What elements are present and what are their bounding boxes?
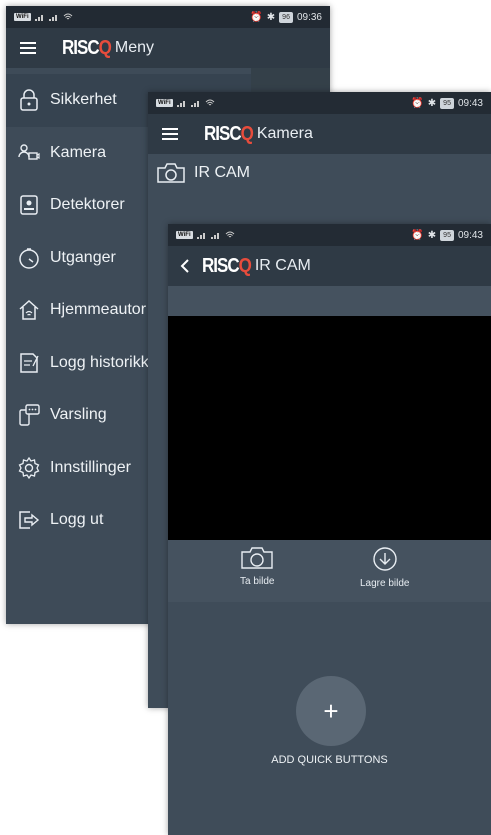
app-bar: RISCQ Kamera <box>148 114 491 154</box>
menu-item-label: Innstillinger <box>50 458 131 476</box>
clock-text: 09:43 <box>457 97 483 109</box>
status-bar: WiFi ⏰ ✱ 95 09:43 <box>148 92 491 114</box>
take-photo-button[interactable]: Ta bilde <box>240 546 274 587</box>
save-photo-button[interactable]: Lagre bilde <box>360 546 409 589</box>
carrier-icon: WiFi <box>14 13 31 21</box>
take-photo-label: Ta bilde <box>240 576 275 587</box>
signal-icon <box>196 233 205 239</box>
carrier-icon: WiFi <box>176 231 193 239</box>
battery-icon: 95 <box>440 229 454 241</box>
signal-icon <box>210 233 219 239</box>
save-photo-label: Lagre bilde <box>360 578 410 589</box>
carrier-icon: WiFi <box>156 99 173 107</box>
plus-icon: + <box>323 695 339 726</box>
camera-icon <box>156 162 186 184</box>
home-automation-icon <box>18 299 40 321</box>
status-bar: WiFi ⏰ ✱ 95 09:43 <box>168 224 491 246</box>
clock-text: 09:36 <box>296 11 322 23</box>
page-title: Meny <box>114 39 154 56</box>
ircam-screen: WiFi ⏰ ✱ 95 09:43 RISCQ IR CAM Ta bilde … <box>168 224 491 835</box>
menu-item-label: Varsling <box>50 406 107 424</box>
camera-video-view[interactable] <box>168 316 491 540</box>
risco-logo: RISCQ <box>62 36 112 59</box>
detector-icon <box>18 194 40 216</box>
wifi-icon <box>205 99 214 106</box>
back-icon[interactable] <box>180 259 190 273</box>
status-bar: WiFi ⏰ ✱ 96 09:36 <box>6 6 330 28</box>
battery-icon: 96 <box>279 11 293 23</box>
wifi-icon <box>63 13 72 20</box>
signal-icon <box>34 15 43 21</box>
alarm-icon: ⏰ <box>411 229 424 241</box>
hamburger-icon[interactable] <box>20 42 36 54</box>
camera-icon <box>240 546 274 570</box>
menu-item-label: Utganger <box>50 248 116 266</box>
menu-item-label: Kamera <box>50 143 107 161</box>
menu-item-label: Sikkerhet <box>50 91 117 109</box>
bluetooth-icon: ✱ <box>427 97 437 109</box>
notification-icon <box>18 404 40 426</box>
gear-icon <box>18 456 40 479</box>
log-icon <box>18 352 40 374</box>
app-bar: RISCQ IR CAM <box>168 246 491 286</box>
menu-item-label: Hjemmeautor <box>50 301 147 319</box>
logout-icon <box>18 509 40 531</box>
lock-icon <box>18 89 40 111</box>
timer-icon <box>18 247 40 269</box>
camera-list-item[interactable]: IR CAM <box>156 162 250 184</box>
camera-name: IR CAM <box>194 164 250 181</box>
clock-text: 09:43 <box>457 229 483 241</box>
camera-actions: Ta bilde Lagre bilde <box>168 540 491 602</box>
download-icon <box>372 546 398 572</box>
bluetooth-icon: ✱ <box>266 11 276 23</box>
sub-header <box>168 286 491 316</box>
camera-people-icon <box>18 142 40 164</box>
menu-item-label: Logg ut <box>50 511 104 529</box>
page-title: IR CAM <box>254 257 311 274</box>
signal-icon <box>190 101 199 107</box>
menu-item-label: Detektorer <box>50 196 125 214</box>
alarm-icon: ⏰ <box>411 97 424 109</box>
wifi-icon <box>225 231 234 238</box>
hamburger-icon[interactable] <box>162 128 178 140</box>
menu-item-label: Logg historikk <box>50 353 149 371</box>
add-quick-buttons-label: ADD QUICK BUTTONS <box>271 754 388 766</box>
signal-icon <box>176 101 185 107</box>
risco-logo: RISCQ <box>202 254 252 277</box>
bluetooth-icon: ✱ <box>427 229 437 241</box>
page-title: Kamera <box>256 125 313 142</box>
risco-logo: RISCQ <box>204 122 254 145</box>
app-bar: RISCQ Meny <box>6 28 330 68</box>
battery-icon: 95 <box>440 97 454 109</box>
add-quick-button[interactable]: + <box>296 676 366 746</box>
alarm-icon: ⏰ <box>250 11 263 23</box>
signal-icon <box>48 15 57 21</box>
